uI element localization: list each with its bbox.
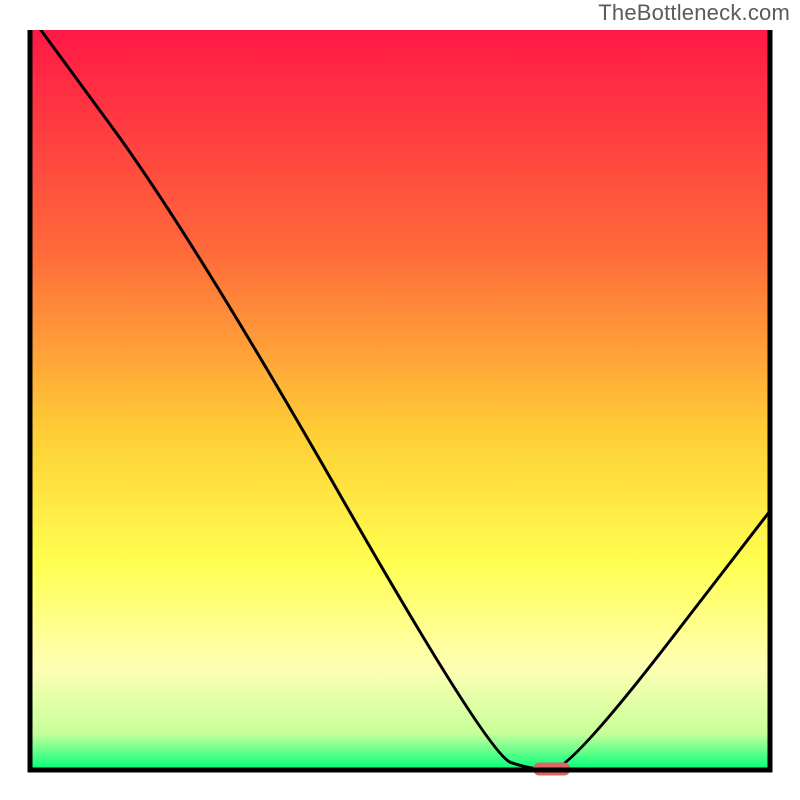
chart-frame: TheBottleneck.com — [0, 0, 800, 800]
chart-canvas — [0, 0, 800, 800]
watermark-text: TheBottleneck.com — [598, 0, 790, 26]
plot-background — [30, 30, 770, 770]
